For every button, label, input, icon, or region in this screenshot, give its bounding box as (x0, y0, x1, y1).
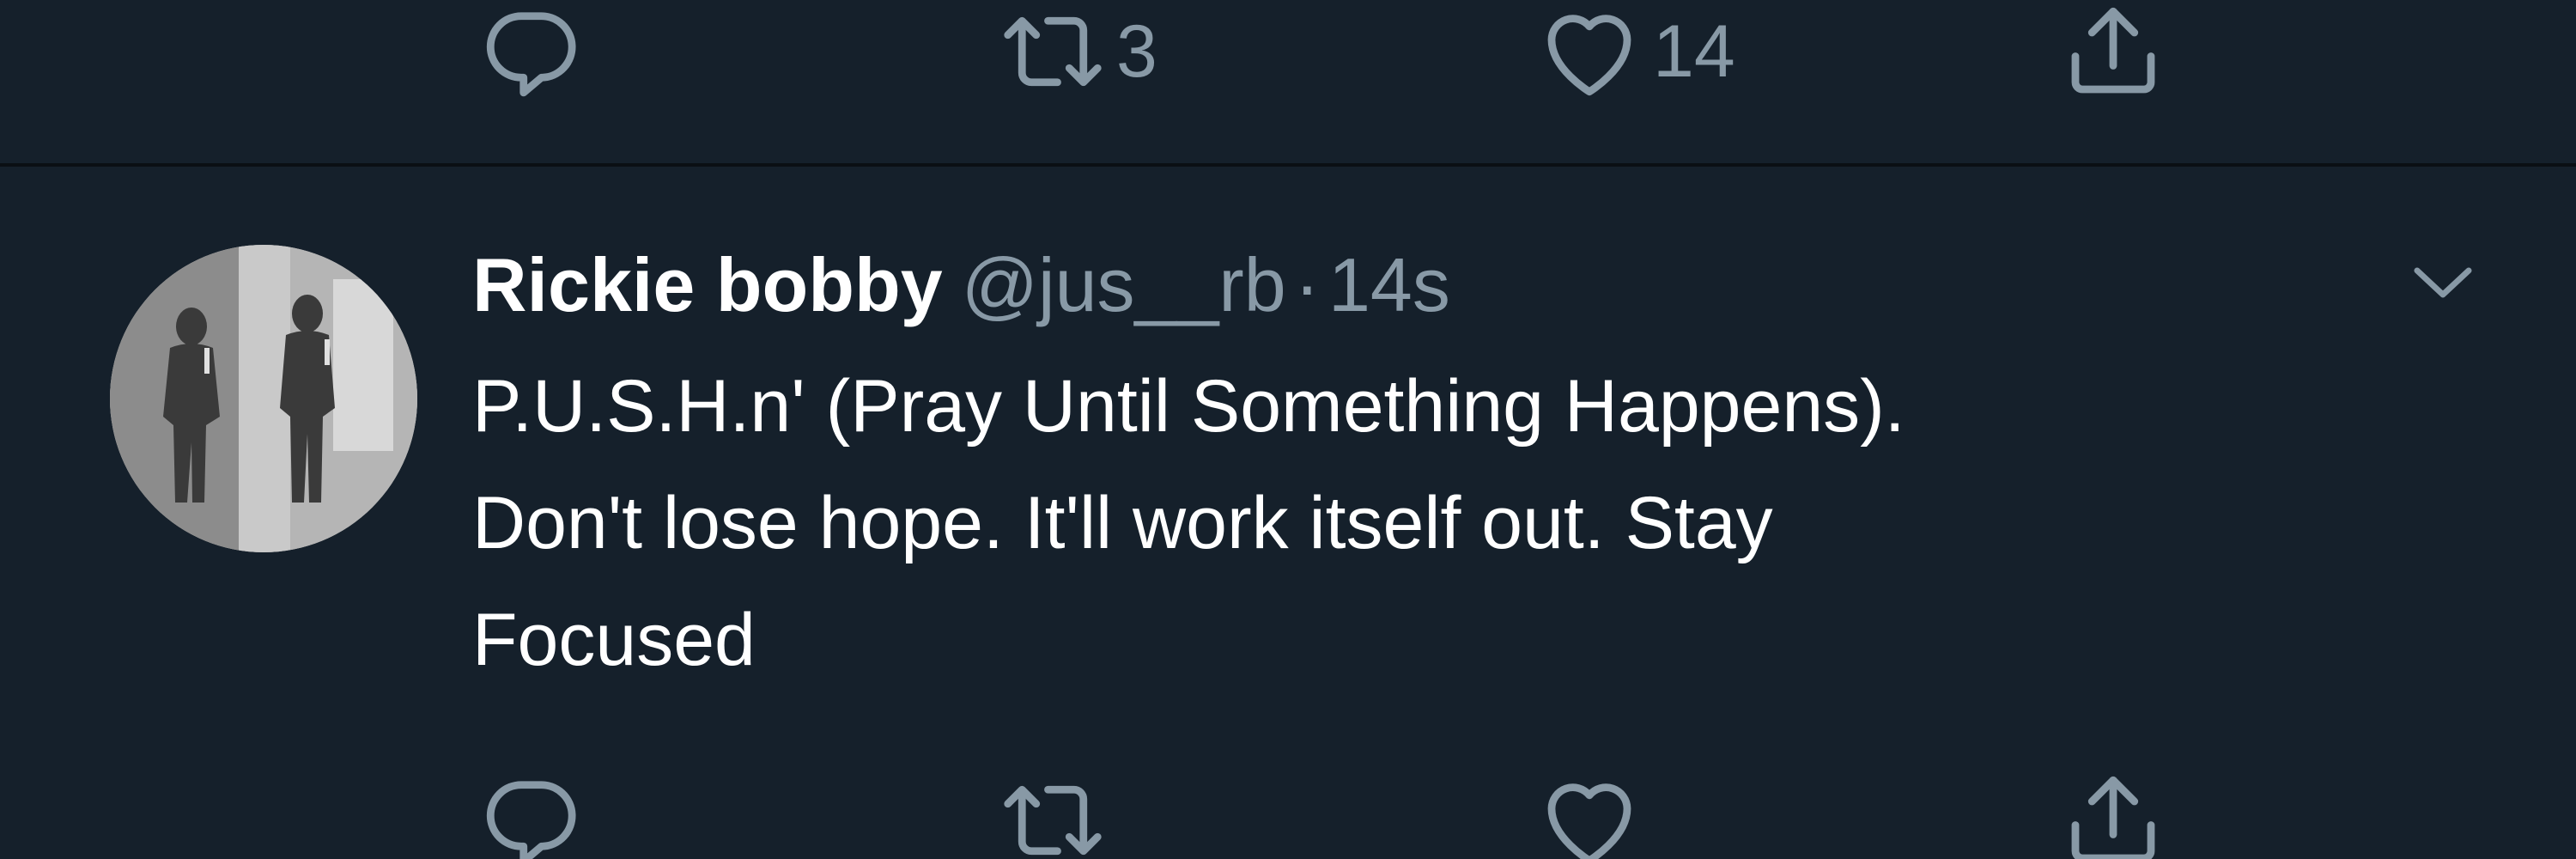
like-button[interactable] (1533, 769, 1653, 859)
retweet-button[interactable]: 3 (996, 0, 1157, 103)
tweet-menu-button[interactable] (2400, 253, 2486, 314)
header-separator: · (1294, 242, 1320, 327)
like-icon (1547, 783, 1631, 859)
reply-icon (486, 781, 576, 859)
previous-tweet-action-bar: 3 14 (0, 0, 2576, 103)
tweet-timestamp[interactable]: 14s (1328, 242, 1450, 327)
user-handle[interactable]: @jus__rb (962, 242, 1286, 327)
like-button[interactable]: 14 (1533, 0, 1735, 103)
retweet-icon (1004, 16, 1102, 87)
reply-icon (486, 12, 576, 97)
display-name[interactable]: Rickie bobby (472, 242, 943, 327)
share-button[interactable] (2057, 769, 2170, 859)
share-icon (2071, 776, 2155, 859)
share-button[interactable] (2057, 0, 2170, 103)
tweet-divider (0, 163, 2576, 167)
tweet-text-line: P.U.S.H.n' (Pray Until Something Happens… (472, 365, 1905, 448)
reply-button[interactable] (474, 0, 594, 103)
retweet-button[interactable] (996, 769, 1116, 859)
retweet-icon (1004, 785, 1102, 856)
avatar-photo (110, 245, 417, 552)
tweet-text-line: Focused (472, 599, 756, 681)
chevron-down-icon (2414, 267, 2472, 298)
like-icon (1547, 15, 1631, 96)
share-icon (2071, 7, 2155, 94)
tweet-header: Rickie bobby @jus__rb · 14s (472, 234, 1450, 337)
avatar[interactable] (110, 245, 417, 552)
tweet-text: P.U.S.H.n' (Pray Until Something Happens… (472, 348, 2447, 698)
tweet-text-line: Don't lose hope. It'll work itself out. … (472, 482, 1773, 564)
tweet-action-bar (0, 760, 2576, 859)
retweet-count: 3 (1116, 9, 1157, 93)
reply-button[interactable] (474, 769, 594, 859)
like-count: 14 (1653, 9, 1735, 93)
